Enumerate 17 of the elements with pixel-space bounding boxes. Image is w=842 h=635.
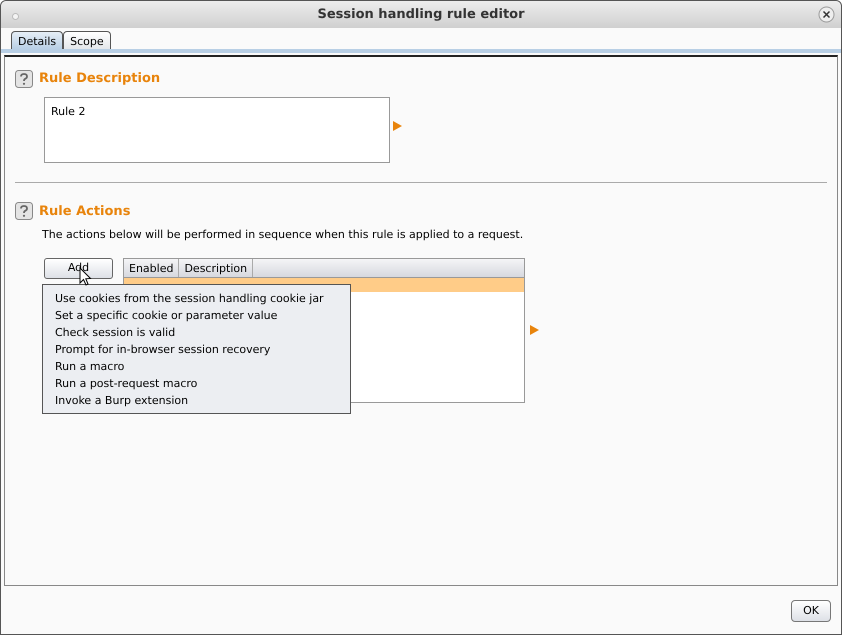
section-heading: Rule Actions	[39, 202, 130, 220]
description-field[interactable]: Rule 2	[44, 96, 390, 162]
menu-item[interactable]: Invoke a Burp extension	[43, 392, 350, 409]
menu-item[interactable]: Check session is valid	[43, 324, 350, 341]
intro-text: The actions below will be performed in sequence when this rule is applied to a request.	[42, 227, 524, 243]
menu-item[interactable]: Use cookies from the session handling cookie jar	[43, 290, 350, 307]
tab[interactable]: Details	[11, 31, 64, 49]
menu-item[interactable]: Run a post-request macro	[43, 375, 350, 392]
section-heading: Rule Description	[39, 70, 160, 88]
window-title: Session handling rule editor	[317, 6, 524, 24]
menu-item[interactable]: Prompt for in-browser session recovery	[43, 341, 350, 358]
menu-item[interactable]: Set a specific cookie or parameter value	[43, 307, 350, 324]
tab[interactable]: Scope	[63, 31, 111, 49]
column-header[interactable]: Enabled	[124, 258, 180, 276]
ok-button[interactable]: OK	[791, 600, 831, 622]
column-header[interactable]: Description	[179, 258, 254, 276]
menu-item[interactable]: Run a macro	[43, 358, 350, 375]
